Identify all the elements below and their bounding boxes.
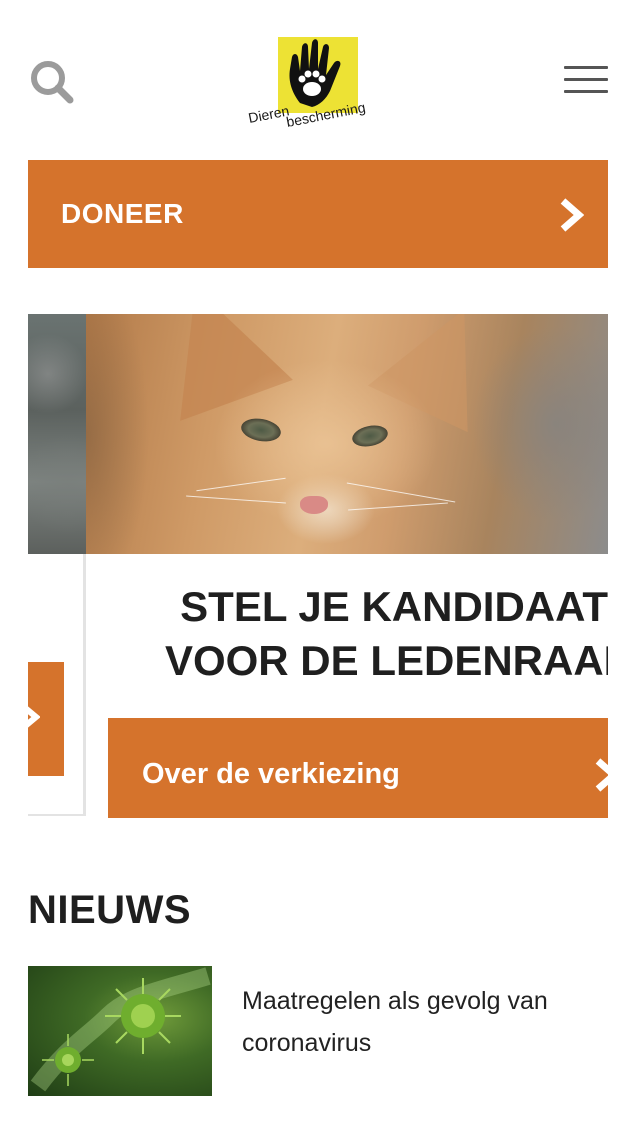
virus-icon (30, 967, 211, 1092)
election-info-label: Over de verkiezing (142, 758, 400, 790)
slide-title-line2: VOOR DE LEDENRAAD (164, 637, 608, 684)
cat-nose (300, 496, 328, 514)
logo[interactable]: Dieren bescherming (246, 34, 392, 144)
news-item[interactable]: Maatregelen als gevolg van coronavirus (28, 966, 608, 1096)
slide-title-line1: STEL JE KANDIDAAT (180, 583, 608, 630)
chevron-right-icon (28, 706, 40, 728)
search-button[interactable] (28, 58, 76, 106)
previous-slide-button[interactable] (28, 662, 64, 776)
hamburger-menu-icon (564, 66, 608, 69)
chevron-right-icon (595, 758, 608, 792)
news-item-title: Maatregelen als gevolg van coronavirus (242, 987, 548, 1057)
donate-label: DONEER (61, 198, 184, 229)
hero-carousel[interactable]: STEL JE KANDIDAAT VOOR DE LEDENRAAD Over… (28, 314, 608, 818)
election-info-button[interactable]: Over de verkiezing (108, 718, 608, 818)
donate-button[interactable]: DONEER (28, 160, 608, 268)
chevron-right-icon (560, 198, 584, 232)
slide-title: STEL JE KANDIDAAT VOOR DE LEDENRAAD (86, 580, 608, 688)
coronavirus-illustration (28, 966, 212, 1096)
previous-slide-image[interactable] (28, 314, 86, 554)
search-icon (31, 61, 74, 104)
kitten-photo (86, 314, 608, 554)
menu-button[interactable] (562, 64, 610, 98)
news-heading: NIEUWS (28, 888, 191, 932)
